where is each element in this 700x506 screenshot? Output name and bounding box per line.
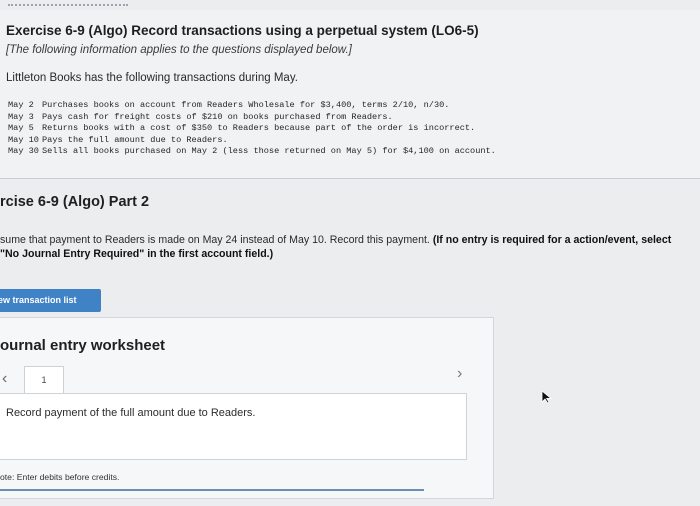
transaction-text: Pays the full amount due to Readers. [42, 134, 228, 145]
transaction-text: Purchases books on account from Readers … [42, 100, 450, 110]
transaction-date: May 10 [8, 134, 39, 145]
chevron-left-icon[interactable]: ‹ [2, 369, 7, 389]
worksheet-divider [0, 489, 424, 491]
worksheet-entry-instruction: Record payment of the full amount due to… [6, 407, 256, 419]
applies-note: [The following information applies to th… [6, 44, 352, 56]
instruction-text: sume that payment to Readers is made on … [0, 234, 430, 246]
transaction-list: May 2 Purchases books on account from Rea… [8, 100, 496, 158]
transaction-row: May 30 Sells all books purchased on May 2… [8, 146, 496, 158]
mouse-cursor-icon [541, 390, 553, 404]
worksheet-page-tab[interactable]: 1 [24, 366, 64, 395]
view-transaction-list-button[interactable]: ew transaction list [0, 289, 101, 312]
transaction-row: May 10 Pays the full amount due to Reader… [8, 135, 496, 147]
worksheet-entry-card [0, 393, 467, 460]
transaction-row: May 2 Purchases books on account from Rea… [8, 100, 496, 112]
problem-intro: Littleton Books has the following transa… [6, 72, 298, 84]
worksheet-note: ote: Enter debits before credits. [0, 472, 120, 482]
exercise-title: Exercise 6-9 (Algo) Record transactions … [6, 23, 479, 38]
transaction-date: May 2 [8, 100, 34, 110]
part-title: rcise 6-9 (Algo) Part 2 [0, 194, 150, 210]
part-instruction: sume that payment to Readers is made on … [0, 233, 690, 261]
transaction-row: May 5 Returns books with a cost of $350 t… [8, 123, 496, 135]
transaction-text: Pays cash for freight costs of $210 on b… [42, 111, 393, 122]
top-dotted-line [8, 4, 128, 6]
transaction-row: May 3 Pays cash for freight costs of $210… [8, 112, 496, 124]
transaction-text: Returns books with a cost of $350 to Rea… [42, 123, 476, 134]
transaction-date: May 30 [8, 146, 39, 157]
worksheet-title: ournal entry worksheet [0, 337, 166, 354]
transaction-text: Sells all books purchased on May 2 (less… [42, 146, 496, 157]
transaction-date: May 5 [8, 123, 34, 134]
chevron-right-icon[interactable]: › [457, 364, 462, 384]
transaction-date: May 3 [8, 111, 34, 122]
